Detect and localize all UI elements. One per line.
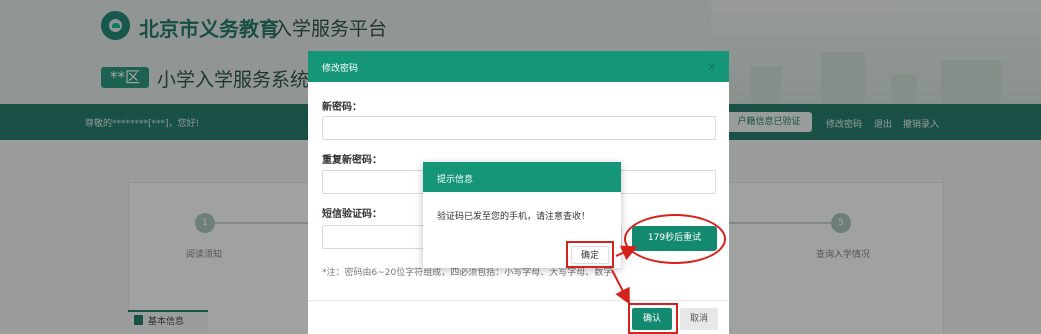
alert-title: 提示信息 xyxy=(437,175,474,185)
confirm-password-label: 重复新密码： xyxy=(322,155,382,166)
new-password-field[interactable] xyxy=(322,116,716,140)
modal-header xyxy=(308,51,729,82)
annotation-box-confirm xyxy=(628,303,678,334)
alert-message: 验证码已发至您的手机，请注意查收！ xyxy=(437,212,591,222)
sms-code-label: 短信验证码： xyxy=(322,209,382,220)
cancel-button[interactable]: 取消 xyxy=(680,308,718,330)
modal-title: 修改密码 xyxy=(322,64,359,74)
new-password-label: 新密码： xyxy=(322,102,362,113)
modal-footer-divider xyxy=(308,300,729,301)
annotation-box-ok xyxy=(566,241,614,268)
close-icon[interactable]: × xyxy=(707,60,716,73)
annotation-ellipse-retry xyxy=(624,214,726,264)
